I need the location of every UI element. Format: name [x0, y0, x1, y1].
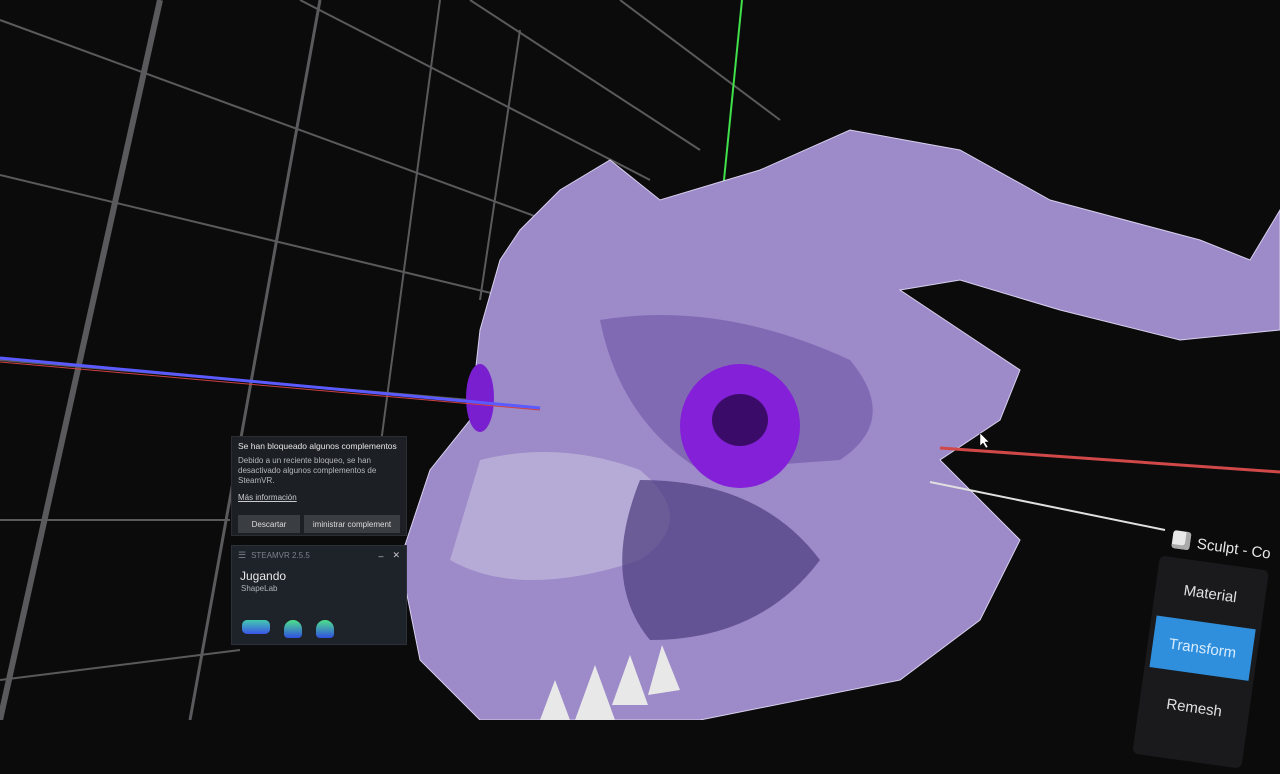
close-button[interactable]: ✕	[392, 550, 400, 561]
controller-icon[interactable]	[284, 620, 302, 638]
more-info-link[interactable]: Más información	[238, 493, 297, 502]
status-text: Jugando	[240, 569, 287, 583]
plugins-blocked-notification: Se han bloqueado algunos complementos De…	[231, 436, 407, 536]
panel-title: Sculpt - Co	[1195, 535, 1272, 563]
cube-icon	[1171, 530, 1192, 551]
dismiss-button[interactable]: Descartar	[238, 515, 300, 533]
notification-body: Debido a un reciente bloqueo, se han des…	[238, 456, 377, 485]
running-app: ShapeLab	[241, 584, 278, 593]
manage-plugins-button[interactable]: iministrar complement	[304, 515, 400, 533]
z-axis	[0, 356, 541, 410]
steamvr-version: STEAMVR 2.5.5	[251, 551, 310, 560]
cursor-icon	[979, 432, 990, 449]
controller-icon[interactable]	[316, 620, 334, 638]
headset-icon[interactable]	[242, 620, 270, 634]
x-axis	[939, 446, 1280, 474]
minimize-button[interactable]: –	[378, 551, 383, 561]
viewport-3d[interactable]	[0, 0, 1280, 720]
notification-title: Se han bloqueado algunos complementos	[238, 441, 397, 451]
y-axis	[722, 0, 743, 191]
menu-icon[interactable]: ☰	[238, 550, 246, 561]
steamvr-status-window: ☰ STEAMVR 2.5.5 – ✕ Jugando ShapeLab	[231, 545, 407, 645]
